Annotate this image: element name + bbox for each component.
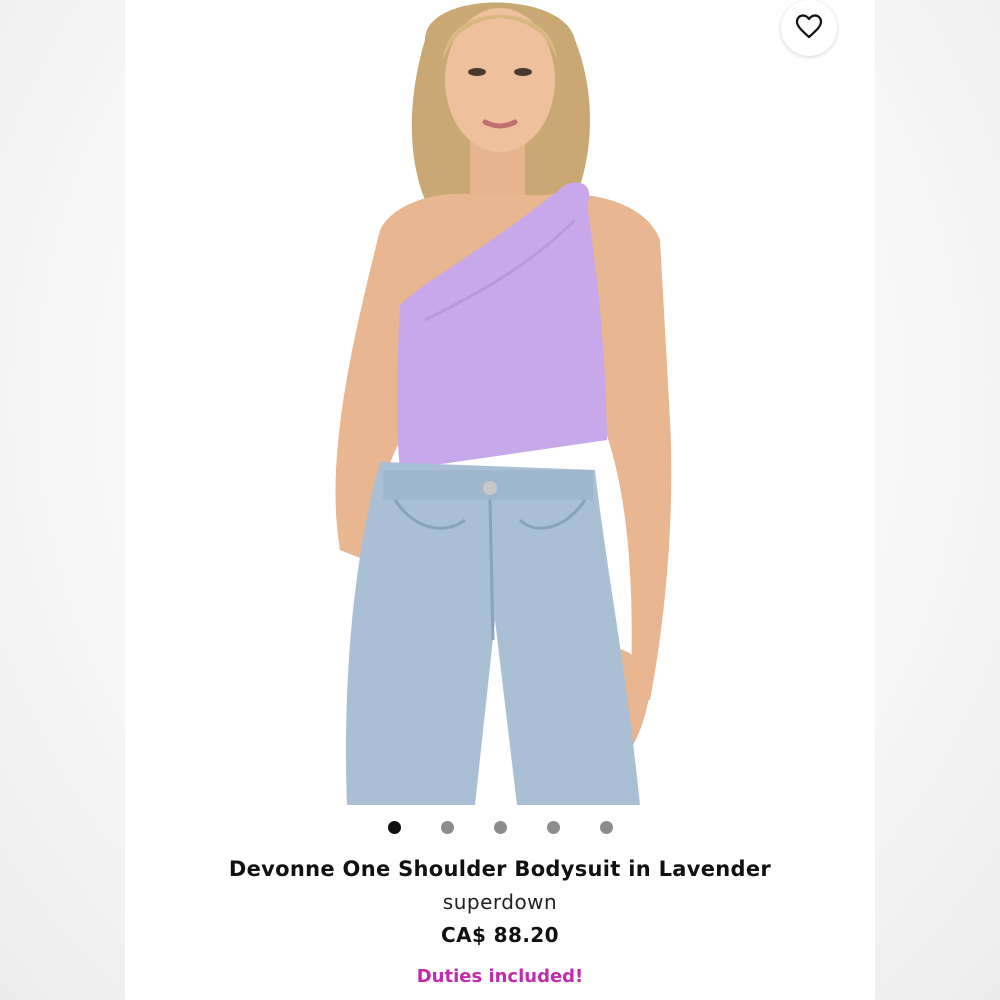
product-image[interactable] (125, 0, 875, 805)
gallery-dot-5[interactable] (599, 821, 613, 834)
product-price: CA$ 88.20 (441, 923, 559, 947)
product-title: Devonne One Shoulder Bodysuit in Lavende… (228, 857, 772, 881)
gallery-pagination (125, 821, 875, 835)
duties-note: Duties included! (416, 966, 584, 987)
gallery-dot-2[interactable] (440, 821, 454, 834)
gallery-dot-4[interactable] (546, 821, 560, 834)
product-card: Devonne One Shoulder Bodysuit in Lavende… (125, 0, 875, 1000)
wishlist-button[interactable] (781, 0, 837, 56)
heart-outline-icon (795, 13, 823, 43)
gallery-dot-3[interactable] (493, 821, 507, 834)
gallery-dot-1[interactable] (387, 821, 401, 834)
brand-link[interactable]: superdown (125, 886, 875, 918)
product-info: Devonne One Shoulder Bodysuit in Lavende… (125, 852, 875, 992)
model-photo (335, 2, 672, 805)
